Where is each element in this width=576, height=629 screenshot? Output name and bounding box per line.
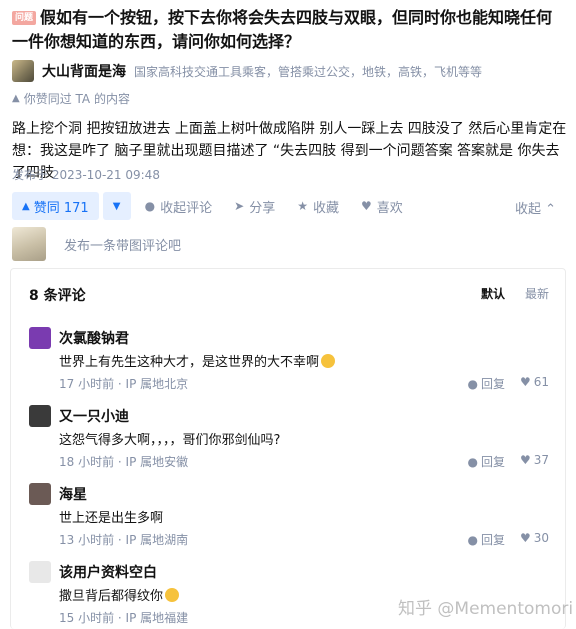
upvote-label: 赞同 171 <box>33 200 89 216</box>
question-header: 问题 假如有一个按钮，按下去你将会失去四肢与双眼，但同时你也能知晓任何一件你想知道… <box>12 6 568 54</box>
comment-like-count: 37 <box>533 453 549 467</box>
author-row: 大山背面是海 国家高科技交通工具乘客，管搭乘过公交，地铁，高铁，飞机等等 <box>12 60 482 82</box>
emoji-icon <box>321 354 336 368</box>
sort-tabs: 默认 最新 <box>481 285 549 302</box>
commenter-name[interactable]: 次氯酸钠君 <box>59 328 129 348</box>
share-icon: ➤ <box>234 199 245 213</box>
upvote-button[interactable]: ▲ 赞同 171 <box>12 192 99 220</box>
comment-input-row: 发布一条带图评论吧 <box>12 226 564 262</box>
question-badge: 问题 <box>12 11 37 25</box>
comment-text: 世上还是出生多啊 <box>59 511 164 526</box>
reply-label: 回复 <box>480 533 505 547</box>
comment-like-button[interactable]: ♥ 37 <box>520 453 549 467</box>
author-avatar[interactable] <box>12 60 34 82</box>
reply-label: 回复 <box>480 377 505 391</box>
comments-panel: 8 条评论 默认 最新 次氯酸钠君 世界上有先生这种大才，是这世界的大不幸啊 1… <box>10 268 566 629</box>
comment-meta: 17 小时前 · IP 属地北京 <box>59 377 189 391</box>
answer-actions: ▲ 赞同 171 ▼ ● 收起评论 ➤ 分享 ★ 收藏 ♥ 喜欢 收起 ⌃ <box>12 192 564 220</box>
answer-date: 发布于 2023-10-21 09:48 <box>12 168 160 182</box>
comment-meta: 15 小时前 · IP 属地福建 <box>59 611 189 625</box>
comment-text: 世界上有先生这种大才，是这世界的大不幸啊 <box>59 351 336 370</box>
comment-meta: 18 小时前 · IP 属地安徽 <box>59 455 189 469</box>
like-button[interactable]: ♥ 喜欢 <box>361 197 403 216</box>
heart-icon: ♥ <box>519 531 531 545</box>
upvoted-note: ▲ 你赞同过 TA 的内容 <box>12 90 130 107</box>
comment-text-content: 撒旦背后都得纹你 <box>59 589 164 604</box>
comment-like-button[interactable]: ♥ 30 <box>520 531 549 545</box>
watermark: 知乎 @Mementomori <box>398 599 574 619</box>
comment-input[interactable]: 发布一条带图评论吧 <box>64 235 181 254</box>
comment-like-button[interactable]: ♥ 61 <box>520 375 549 389</box>
reply-button[interactable]: ● 回复 <box>468 453 506 470</box>
collapse-answer-button[interactable]: 收起 ⌃ <box>515 198 556 217</box>
comment-like-count: 61 <box>533 375 549 389</box>
upvoted-note-text: 你赞同过 TA 的内容 <box>23 92 130 106</box>
reply-label: 回复 <box>480 455 505 469</box>
comments-header: 8 条评论 默认 最新 <box>29 285 549 305</box>
comment-count: 8 条评论 <box>29 288 86 304</box>
like-label: 喜欢 <box>376 200 403 216</box>
question-title-text: 假如有一个按钮，按下去你将会失去四肢与双眼，但同时你也能知晓任何一件你想知道的东… <box>12 8 553 51</box>
upvote-small-icon: ▲ <box>12 93 20 104</box>
heart-icon: ♥ <box>519 375 531 389</box>
upvote-icon: ▲ <box>22 200 30 212</box>
collapse-comments-button[interactable]: ● 收起评论 <box>145 197 213 216</box>
reply-icon: ● <box>467 533 478 547</box>
commenter-name[interactable]: 又一只小迪 <box>59 406 129 426</box>
sort-latest-tab[interactable]: 最新 <box>525 285 549 302</box>
star-icon: ★ <box>297 199 308 213</box>
commenter-name[interactable]: 海星 <box>59 484 87 504</box>
sort-default-tab[interactable]: 默认 <box>481 285 505 302</box>
comment-meta: 13 小时前 · IP 属地湖南 <box>59 533 189 547</box>
reply-button[interactable]: ● 回复 <box>468 375 506 392</box>
question-title[interactable]: 问题 假如有一个按钮，按下去你将会失去四肢与双眼，但同时你也能知晓任何一件你想知道… <box>12 6 568 54</box>
commenter-avatar[interactable] <box>29 483 51 505</box>
comment-item: 又一只小迪 这怨气得多大啊，，，，哥们你邪剑仙吗? 18 小时前 · IP 属地… <box>29 405 549 473</box>
commenter-avatar[interactable] <box>29 327 51 349</box>
reply-icon: ● <box>467 455 478 469</box>
share-button[interactable]: ➤ 分享 <box>234 197 275 216</box>
my-avatar <box>12 227 46 261</box>
heart-icon: ♥ <box>361 199 372 213</box>
comment-like-count: 30 <box>533 531 549 545</box>
author-name[interactable]: 大山背面是海 <box>42 61 126 81</box>
collapse-comments-label: 收起评论 <box>160 200 213 216</box>
comment-text: 这怨气得多大啊，，，，哥们你邪剑仙吗? <box>59 433 281 448</box>
comment-item: 海星 世上还是出生多啊 13 小时前 · IP 属地湖南 ● 回复 ♥ 30 <box>29 483 549 551</box>
author-bio: 国家高科技交通工具乘客，管搭乘过公交，地铁，高铁，飞机等等 <box>134 64 483 79</box>
reply-button[interactable]: ● 回复 <box>468 531 506 548</box>
comment-text: 撒旦背后都得纹你 <box>59 585 180 604</box>
commenter-avatar[interactable] <box>29 405 51 427</box>
commenter-avatar[interactable] <box>29 561 51 583</box>
favorite-label: 收藏 <box>313 200 340 216</box>
commenter-name[interactable]: 该用户资料空白 <box>59 562 157 582</box>
downvote-button[interactable]: ▼ <box>102 192 131 220</box>
comment-text-content: 世界上有先生这种大才，是这世界的大不幸啊 <box>59 355 320 370</box>
heart-icon: ♥ <box>519 453 531 467</box>
reply-icon: ● <box>467 377 478 391</box>
favorite-button[interactable]: ★ 收藏 <box>297 197 339 216</box>
comment-icon: ● <box>144 199 156 213</box>
comment-item: 次氯酸钠君 世界上有先生这种大才，是这世界的大不幸啊 17 小时前 · IP 属… <box>29 327 549 395</box>
share-label: 分享 <box>249 200 276 216</box>
emoji-icon <box>165 588 180 602</box>
